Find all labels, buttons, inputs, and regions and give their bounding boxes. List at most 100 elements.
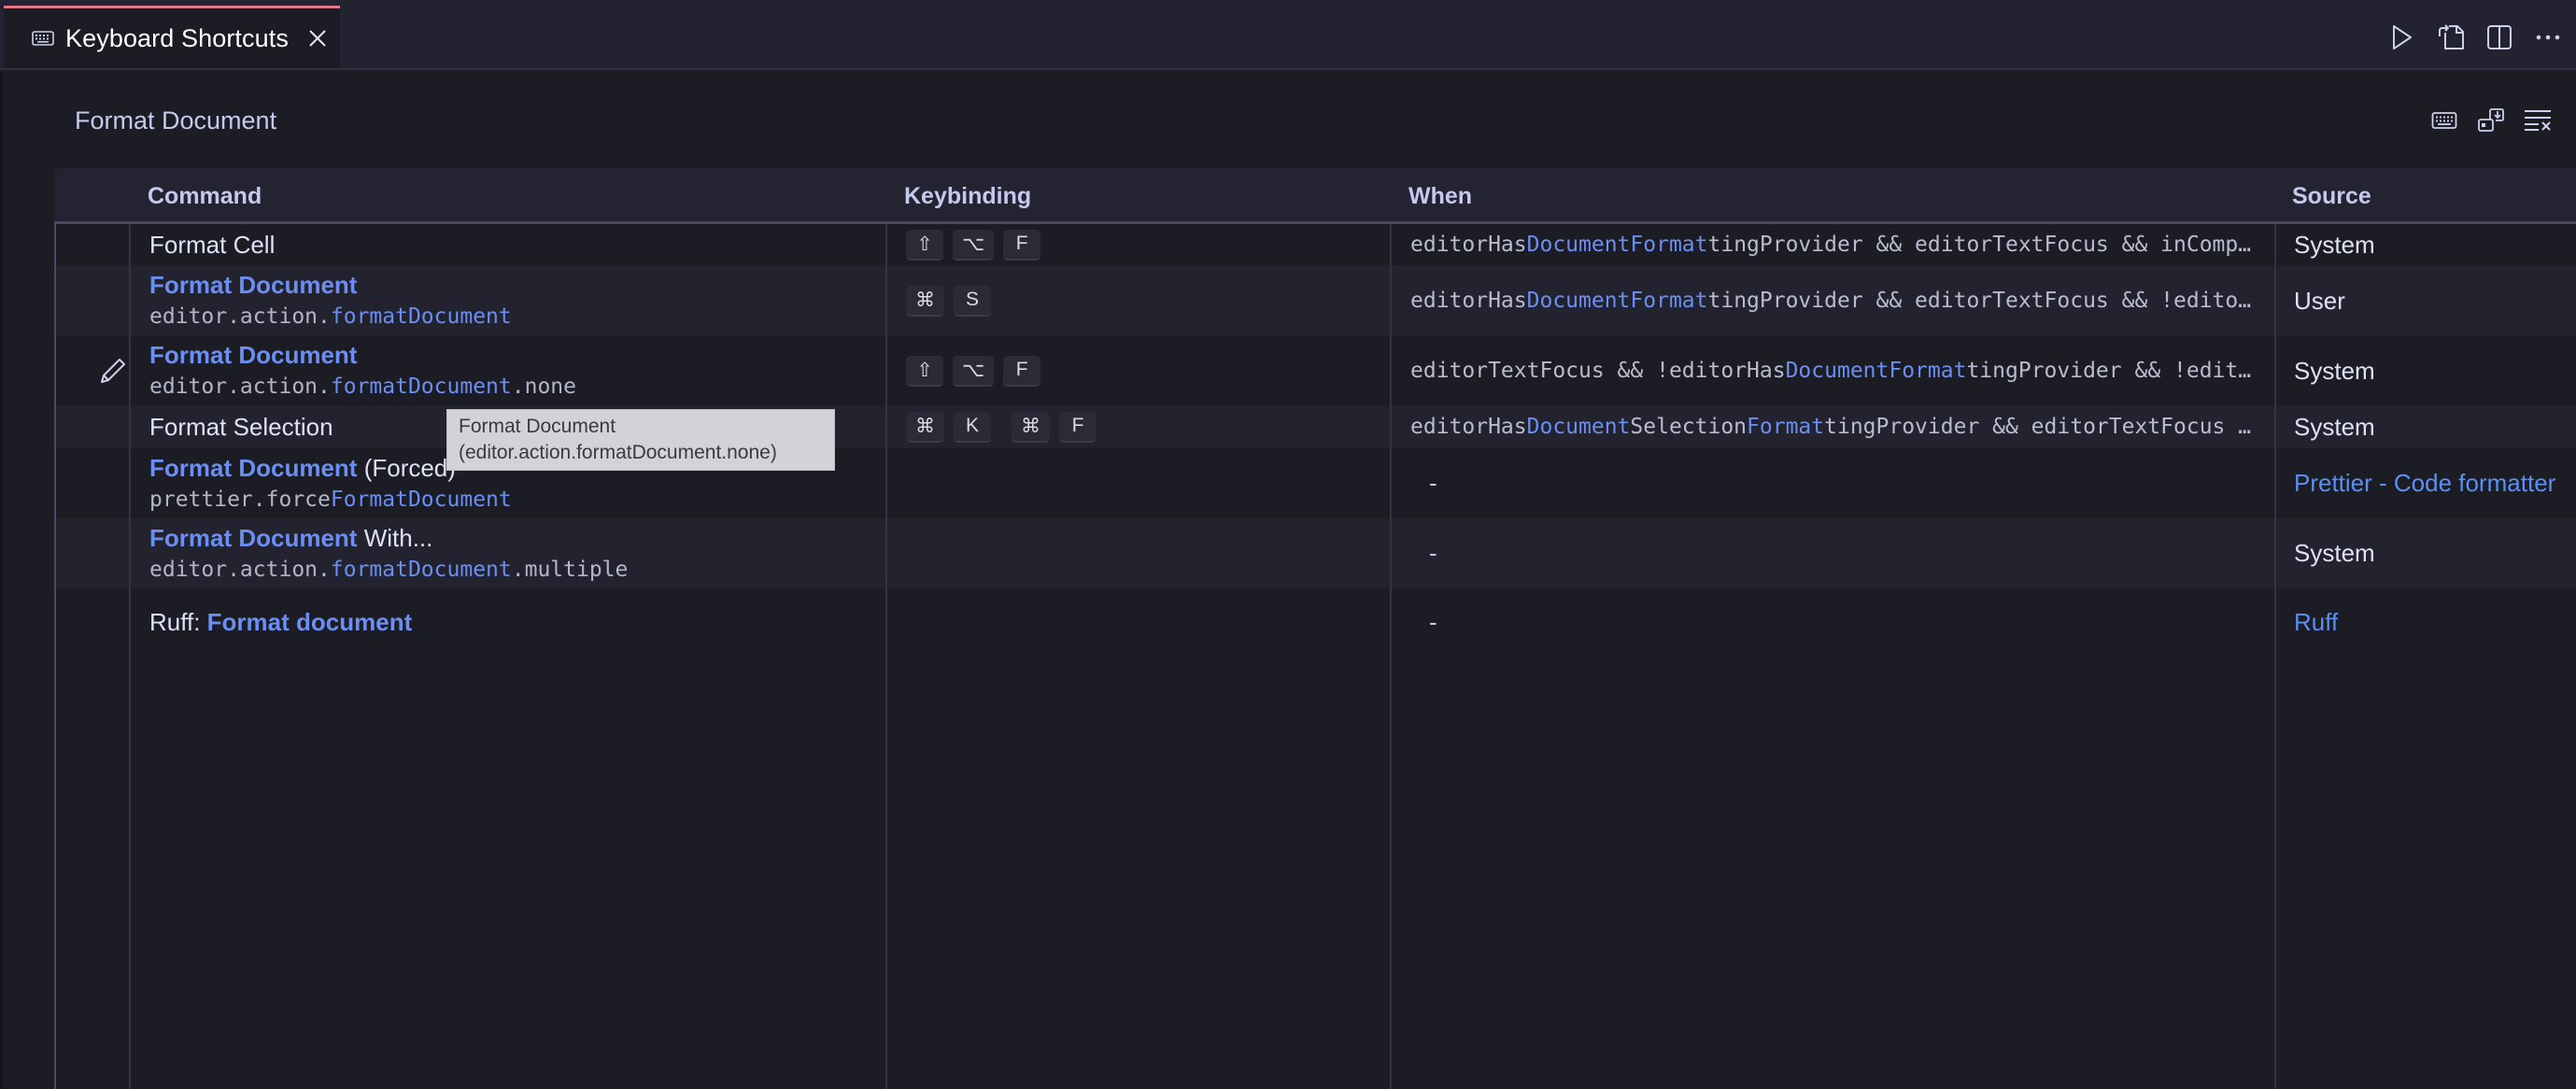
text-segment: .multiple — [511, 557, 629, 582]
keybinding-cell: ⇧ ⌥ F — [906, 224, 1382, 265]
when-cell: editorHasDocumentSelectionFormattingProv… — [1410, 405, 2260, 448]
table-row[interactable]: Format Document With... editor.action.for… — [56, 518, 2576, 588]
text-segment: tingProvider && editorTextFocus && inCom… — [1707, 233, 2252, 257]
column-header-when[interactable]: When — [1408, 183, 1472, 210]
table-row[interactable]: Format Cell ⇧ ⌥ F editorHasDocumentFormattin… — [56, 224, 2576, 265]
search-input[interactable]: Format Document — [75, 106, 276, 135]
source-cell: User — [2294, 265, 2576, 336]
split-editor-button[interactable] — [2483, 21, 2516, 54]
sort-by-precedence-icon — [2478, 108, 2504, 132]
editor-tab-bar: Keyboard Shortcuts — [0, 0, 2576, 70]
when-expression: editorHasDocumentFormattingProvider && e… — [1410, 289, 2256, 313]
command-cell: Format Document editor.action.formatDocum… — [149, 265, 878, 336]
tooltip-command-id: (editor.action.formatDocument.none) — [459, 442, 777, 463]
source-label: System — [2294, 356, 2375, 385]
when-expression: editorTextFocus && !editorHasDocumentFor… — [1410, 359, 2256, 383]
when-cell: editorTextFocus && !editorHasDocumentFor… — [1410, 336, 2260, 405]
key-cap: ⇧ — [906, 355, 943, 387]
text-segment: Format Cell — [149, 231, 276, 259]
match-highlight: Format Document — [149, 453, 358, 482]
sort-by-precedence-button[interactable] — [2473, 103, 2509, 138]
text-segment: editor.action. — [149, 557, 331, 582]
clear-search-button[interactable] — [2520, 103, 2555, 138]
table-row[interactable]: Format Document editor.action.formatDocum… — [56, 265, 2576, 336]
table-row[interactable]: Format Document (Forced) prettier.forceFo… — [56, 448, 2576, 518]
more-actions-button[interactable] — [2531, 21, 2565, 54]
table-row[interactable]: Ruff: Format document - Ruff — [56, 588, 2576, 656]
match-highlight: formatDocument — [330, 557, 512, 582]
command-cell: Ruff: Format document — [149, 588, 878, 656]
command-tooltip: Format Document (editor.action.formatDoc… — [446, 409, 835, 471]
text-segment: editorTextFocus && !editorHas — [1410, 359, 1786, 383]
table-row[interactable]: Format Document editor.action.formatDocum… — [56, 336, 2576, 405]
text-segment: editor.action. — [149, 304, 331, 329]
command-cell: Format Document editor.action.formatDocum… — [149, 336, 878, 405]
column-header-source[interactable]: Source — [2292, 183, 2371, 210]
keybindings-search[interactable]: Format Document — [54, 90, 2576, 151]
key-cap: F — [1003, 355, 1041, 387]
tab-keyboard-shortcuts[interactable]: Keyboard Shortcuts — [4, 6, 340, 68]
match-highlight: Format Document — [149, 341, 358, 369]
text-segment: Selection — [1630, 415, 1748, 439]
text-segment: (Forced) — [357, 453, 456, 482]
command-id: editor.action.formatDocument.none — [149, 371, 878, 403]
column-header-keybinding[interactable]: Keybinding — [904, 183, 1031, 210]
command-title: Format Cell — [149, 229, 878, 261]
source-link[interactable]: Prettier - Code formatter — [2294, 469, 2576, 498]
match-highlight: DocumentFormat — [1785, 359, 1967, 383]
source-link[interactable]: Ruff — [2294, 608, 2576, 637]
run-button[interactable] — [2385, 21, 2419, 54]
when-expression: editorHasDocumentFormattingProvider && e… — [1410, 233, 2256, 257]
key-cap: F — [1059, 411, 1097, 443]
when-cell: - — [1410, 448, 2260, 518]
record-keys-icon — [2431, 112, 2457, 129]
match-highlight: Document — [1526, 415, 1631, 439]
text-segment: prettier.force — [149, 487, 331, 512]
key-cap: K — [954, 411, 991, 443]
key-cap: S — [954, 285, 991, 317]
key-cap: ⌘ — [906, 411, 944, 443]
run-icon — [2393, 25, 2412, 50]
keybinding: ⌘ K ⌘ F — [906, 411, 1382, 443]
tooltip-title: Format Document — [459, 416, 616, 437]
table-row[interactable]: Format Selection ⌘ K ⌘ FeditorHasDocumentSel… — [56, 405, 2576, 448]
text-segment: With... — [357, 523, 433, 552]
match-highlight: Format document — [206, 608, 413, 636]
text-segment: tingProvider && editorTextFocus … — [1824, 415, 2252, 439]
close-icon[interactable] — [307, 28, 328, 49]
column-divider[interactable] — [2274, 224, 2276, 1089]
text-segment: tingProvider && editorTextFocus && !edit… — [1707, 289, 2252, 313]
command-id: editor.action.formatDocument — [149, 301, 878, 332]
command-title: Format Document — [149, 339, 878, 371]
table-body: Ruff: Format document - Ruff Format Documen… — [54, 224, 2576, 1089]
text-segment: tingProvider && !edit… — [1966, 359, 2252, 383]
match-highlight: formatDocument — [330, 375, 512, 399]
text-segment: .none — [511, 375, 576, 399]
split-editor-icon — [2487, 25, 2512, 50]
column-header-command[interactable]: Command — [148, 183, 262, 210]
keyboard-icon — [32, 31, 54, 46]
keybinding-cell — [906, 588, 1382, 656]
left-gutter — [0, 72, 3, 1089]
source-cell: Prettier - Code formatter — [2294, 448, 2576, 518]
match-highlight: formatDocument — [330, 304, 512, 329]
keybinding-cell: ⌘ K ⌘ F — [906, 405, 1382, 448]
source-label: System — [2294, 539, 2375, 567]
column-divider[interactable] — [129, 224, 131, 1089]
command-id: editor.action.formatDocument.multiple — [149, 554, 878, 586]
text-segment: Ruff: — [149, 608, 207, 636]
key-cap: F — [1003, 229, 1041, 261]
keybinding-cell: ⌘ S — [906, 265, 1382, 336]
column-divider[interactable] — [1390, 224, 1392, 1089]
record-keys-button[interactable] — [2427, 103, 2462, 138]
command-cell: Format Cell — [149, 224, 878, 265]
match-highlight: Format Document — [149, 523, 358, 552]
edit-keybinding-icon[interactable] — [97, 355, 129, 387]
table-header: Command Keybinding When Source — [54, 168, 2576, 224]
open-json-button[interactable] — [2434, 21, 2468, 54]
keybinding-cell: ⇧ ⌥ F — [906, 336, 1382, 405]
text-segment: Format Selection — [149, 413, 333, 441]
when-cell: - — [1410, 518, 2260, 588]
column-divider[interactable] — [885, 224, 887, 1089]
text-segment: editor.action. — [149, 375, 331, 399]
